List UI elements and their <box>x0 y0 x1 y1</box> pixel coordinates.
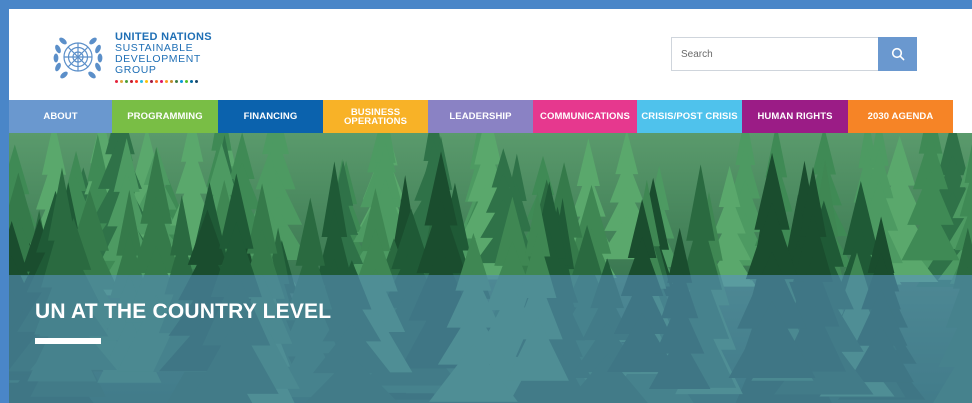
nav-spacer <box>953 100 972 133</box>
nav-item-crisis-post-crisis[interactable]: CRISIS/POST CRISIS <box>637 100 742 133</box>
sdg-dot <box>175 80 178 83</box>
sdg-dot <box>195 80 198 83</box>
un-emblem-icon[interactable] <box>52 31 104 83</box>
brand-line-4: GROUP <box>115 64 157 76</box>
nav-item-about[interactable]: ABOUT <box>9 100 112 133</box>
hero-banner: UN AT THE COUNTRY LEVEL <box>9 133 972 403</box>
nav-item-communications[interactable]: COMMUNICATIONS <box>533 100 637 133</box>
nav-item-financing[interactable]: FINANCING <box>218 100 323 133</box>
nav-item-human-rights[interactable]: HUMAN RIGHTS <box>742 100 848 133</box>
sdg-dot <box>155 80 158 83</box>
sdg-dot <box>165 80 168 83</box>
nav-item-programming[interactable]: PROGRAMMING <box>112 100 218 133</box>
nav-item-2030-agenda[interactable]: 2030 AGENDA <box>848 100 953 133</box>
sdg-dot <box>180 80 183 83</box>
main-nav: ABOUT PROGRAMMING FINANCING BUSINESS OPE… <box>9 100 972 133</box>
search-input[interactable] <box>671 37 878 71</box>
sdg-dot <box>125 80 128 83</box>
sdg-dot <box>190 80 193 83</box>
sdg-dot <box>120 80 123 83</box>
hero-title-overlay <box>9 275 972 403</box>
hero-title-underline <box>35 338 101 344</box>
sdg-color-dots <box>115 80 212 83</box>
sdg-dot <box>150 80 153 83</box>
sdg-dot <box>185 80 188 83</box>
nav-item-business-operations[interactable]: BUSINESS OPERATIONS <box>323 100 428 133</box>
site-header: UNITED NATIONS SUSTAINABLE DEVELOPMENT G… <box>9 9 972 100</box>
sdg-dot <box>145 80 148 83</box>
nav-item-leadership[interactable]: LEADERSHIP <box>428 100 533 133</box>
brand-wordmark[interactable]: UNITED NATIONS SUSTAINABLE DEVELOPMENT G… <box>115 32 212 83</box>
sdg-dot <box>140 80 143 83</box>
search-button[interactable] <box>878 37 917 71</box>
browser-frame: UNITED NATIONS SUSTAINABLE DEVELOPMENT G… <box>0 0 972 403</box>
sdg-dot <box>130 80 133 83</box>
page: UNITED NATIONS SUSTAINABLE DEVELOPMENT G… <box>9 9 972 403</box>
sdg-dot <box>160 80 163 83</box>
hero-title: UN AT THE COUNTRY LEVEL <box>35 300 332 323</box>
search-icon <box>891 47 904 61</box>
sdg-dot <box>115 80 118 83</box>
sdg-dot <box>170 80 173 83</box>
search-box <box>671 37 917 71</box>
sdg-dot <box>135 80 138 83</box>
